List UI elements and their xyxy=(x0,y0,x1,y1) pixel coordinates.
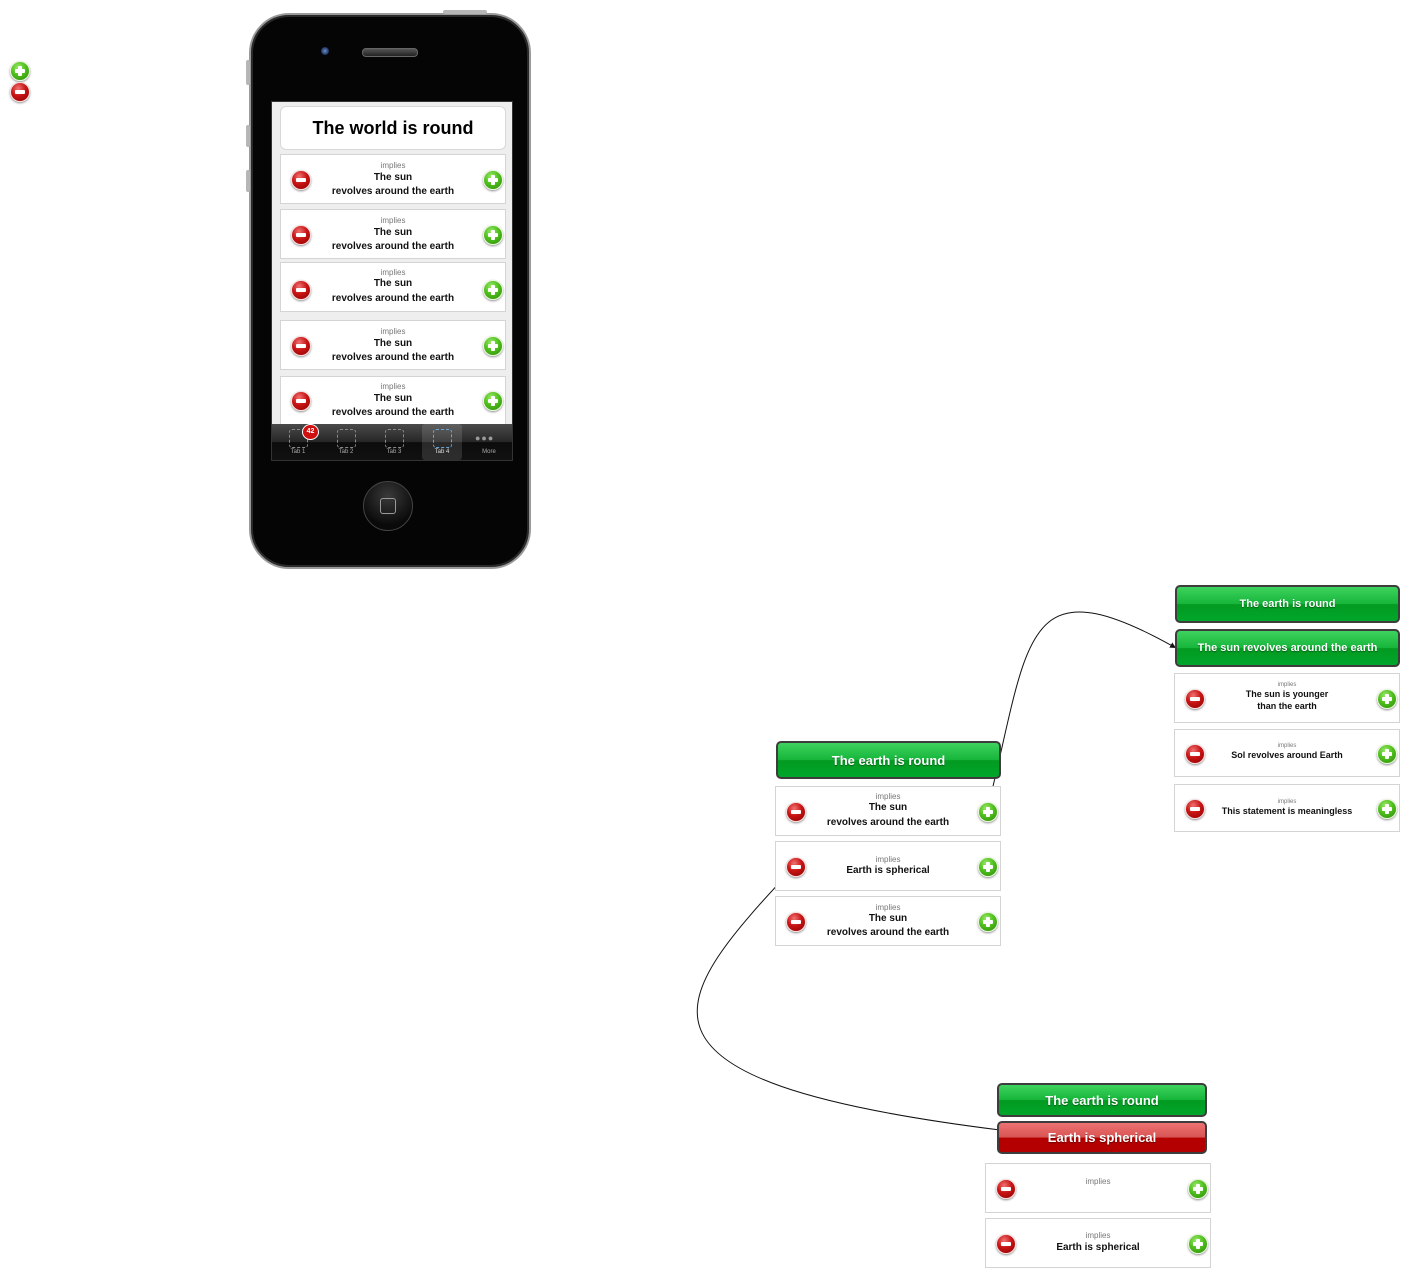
list-item: implies The sun revolves around the eart… xyxy=(280,376,506,426)
group-subheader-false[interactable]: Earth is spherical xyxy=(997,1121,1207,1154)
add-implication-button[interactable] xyxy=(483,336,503,356)
mute-switch xyxy=(246,60,250,85)
add-implication-button[interactable] xyxy=(483,225,503,245)
remove-implication-button[interactable] xyxy=(291,336,311,356)
implies-label: implies xyxy=(1085,1177,1111,1186)
list-item: implies xyxy=(985,1163,1211,1213)
volume-down-button xyxy=(246,170,250,192)
add-implication-button[interactable] xyxy=(1377,689,1397,709)
implies-label: implies xyxy=(1085,1231,1111,1240)
add-implication-button[interactable] xyxy=(1377,744,1397,764)
implies-label: implies xyxy=(380,161,406,170)
tab-4-label: Tab 4 xyxy=(434,449,450,455)
statement-line2: than the earth xyxy=(1257,701,1317,711)
list-item: implies The sun is younger than the eart… xyxy=(1174,673,1400,723)
tab-1-label: Tab 1 xyxy=(290,449,306,455)
phone-mockup: The world is round implies The sun revol… xyxy=(246,10,531,569)
remove-statement-button[interactable] xyxy=(10,82,30,102)
add-implication-button[interactable] xyxy=(483,170,503,190)
implies-label: implies xyxy=(380,327,406,336)
statement-line1: This statement is meaningless xyxy=(1221,806,1353,816)
tab-bar: 42 Tab 1 Tab 2 Tab 3 Tab 4 ●●● More xyxy=(272,424,512,460)
statement-line2: revolves around the earth xyxy=(331,293,455,304)
list-item: implies Earth is spherical xyxy=(775,841,1001,891)
statement-line1: The sun xyxy=(868,802,908,813)
implies-label: implies xyxy=(875,903,901,912)
tab-more-label: More xyxy=(482,449,496,455)
statement-line1: The sun is younger xyxy=(1245,689,1329,699)
list-item: implies This statement is meaningless xyxy=(1174,784,1400,832)
speaker-grille xyxy=(362,48,418,57)
add-implication-button[interactable] xyxy=(978,912,998,932)
list-item: implies The sun revolves around the eart… xyxy=(775,786,1001,836)
tab-3[interactable]: Tab 3 xyxy=(374,424,414,460)
tab-4-icon xyxy=(433,429,452,448)
connector-curve-1 xyxy=(986,611,1177,812)
remove-implication-button[interactable] xyxy=(786,912,806,932)
camera-icon xyxy=(321,47,329,55)
add-implication-button[interactable] xyxy=(483,391,503,411)
home-button[interactable] xyxy=(363,481,413,531)
group-header[interactable]: The earth is round xyxy=(1175,585,1400,623)
tab-2[interactable]: Tab 2 xyxy=(326,424,366,460)
statement-line2: revolves around the earth xyxy=(826,927,950,938)
implies-label: implies xyxy=(875,855,901,864)
statement-line1: The sun xyxy=(373,172,413,183)
add-implication-button[interactable] xyxy=(978,802,998,822)
add-statement-button[interactable] xyxy=(10,61,30,81)
list-item: implies The sun revolves around the eart… xyxy=(280,320,506,370)
statement-line1: The sun xyxy=(373,278,413,289)
add-implication-button[interactable] xyxy=(1188,1234,1208,1254)
group-header[interactable]: The earth is round xyxy=(997,1083,1207,1117)
statement-line2: revolves around the earth xyxy=(331,407,455,418)
remove-implication-button[interactable] xyxy=(1185,689,1205,709)
statement-line1: The sun xyxy=(373,338,413,349)
list-item: implies The sun revolves around the eart… xyxy=(280,209,506,259)
list-item: implies The sun revolves around the eart… xyxy=(280,154,506,204)
remove-implication-button[interactable] xyxy=(291,391,311,411)
tab-3-icon xyxy=(385,429,404,448)
group-subheader[interactable]: The sun revolves around the earth xyxy=(1175,629,1400,667)
statement-line2: revolves around the earth xyxy=(331,186,455,197)
phone-title: The world is round xyxy=(280,106,506,150)
implies-label: implies xyxy=(380,268,406,277)
statement-line2: revolves around the earth xyxy=(331,241,455,252)
statement-line1: Sol revolves around Earth xyxy=(1231,750,1343,760)
remove-implication-button[interactable] xyxy=(291,225,311,245)
phone-screen: The world is round implies The sun revol… xyxy=(271,101,513,461)
tab-2-label: Tab 2 xyxy=(338,449,354,455)
remove-implication-button[interactable] xyxy=(291,280,311,300)
notification-badge: 42 xyxy=(302,424,319,440)
add-implication-button[interactable] xyxy=(978,857,998,877)
group-header[interactable]: The earth is round xyxy=(776,741,1001,779)
add-implication-button[interactable] xyxy=(1377,799,1397,819)
list-item: implies Sol revolves around Earth xyxy=(1174,729,1400,777)
tab-4[interactable]: Tab 4 xyxy=(422,424,462,460)
tab-more[interactable]: ●●● More xyxy=(469,424,509,460)
remove-implication-button[interactable] xyxy=(786,802,806,822)
statement-line2: revolves around the earth xyxy=(331,352,455,363)
add-implication-button[interactable] xyxy=(483,280,503,300)
list-item: implies Earth is spherical xyxy=(985,1218,1211,1268)
tab-1[interactable]: 42 Tab 1 xyxy=(278,424,319,460)
remove-implication-button[interactable] xyxy=(291,170,311,190)
statement-line1: Earth is spherical xyxy=(846,865,930,876)
statement-line1: Earth is spherical xyxy=(1056,1242,1140,1253)
statement-line1: The sun xyxy=(373,393,413,404)
volume-up-button xyxy=(246,125,250,147)
tab-3-label: Tab 3 xyxy=(386,449,402,455)
more-dots-icon: ●●● xyxy=(475,433,495,443)
statement-line2: revolves around the earth xyxy=(826,817,950,828)
tab-2-icon xyxy=(337,429,356,448)
list-item: implies The sun revolves around the eart… xyxy=(280,262,506,312)
implies-label: implies xyxy=(380,216,406,225)
list-item: implies The sun revolves around the eart… xyxy=(775,896,1001,946)
implies-label: implies xyxy=(875,792,901,801)
implies-label: implies xyxy=(380,382,406,391)
power-button xyxy=(443,10,487,14)
statement-line1: The sun xyxy=(373,227,413,238)
add-implication-button[interactable] xyxy=(1188,1179,1208,1199)
statement-line1: The sun xyxy=(868,913,908,924)
